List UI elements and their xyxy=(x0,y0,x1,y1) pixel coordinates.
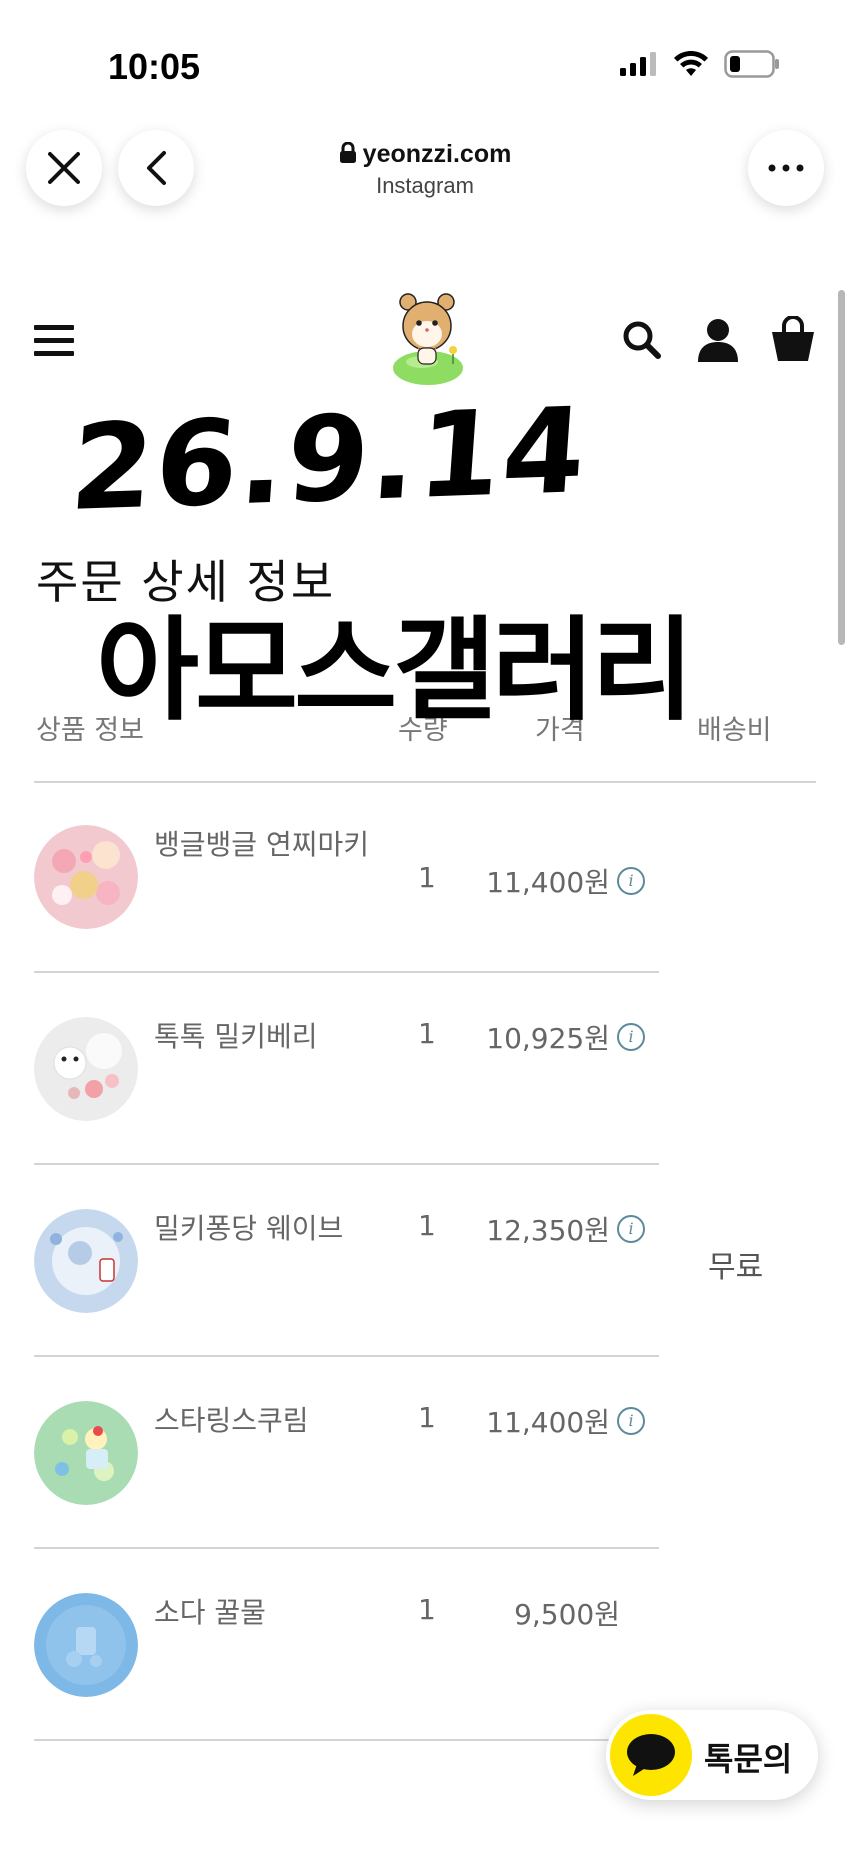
product-qty: 1 xyxy=(418,861,436,894)
product-qty: 1 xyxy=(418,1017,436,1050)
site-header xyxy=(0,280,850,400)
chat-badge xyxy=(610,1714,692,1796)
battery-icon xyxy=(724,50,779,78)
product-thumbnail[interactable] xyxy=(34,1401,138,1505)
product-name[interactable]: 톡톡 밀키베리 xyxy=(154,1017,384,1057)
lock-icon xyxy=(339,141,356,163)
chat-inquiry-button[interactable]: 톡문의 xyxy=(606,1710,818,1800)
row-divider xyxy=(34,1355,659,1357)
browser-bar: yeonzzi.com Instagram xyxy=(0,112,850,232)
info-icon[interactable]: i xyxy=(617,1023,645,1051)
table-row[interactable]: 스타링스쿠림 1 11,400원 i xyxy=(0,1359,850,1549)
signal-icon xyxy=(620,52,656,76)
product-name[interactable]: 밀키퐁당 웨이브 xyxy=(154,1209,384,1249)
info-icon[interactable]: i xyxy=(617,1215,645,1243)
row-divider xyxy=(34,971,659,973)
product-price: 12,350원 xyxy=(486,1214,610,1247)
url-display[interactable]: yeonzzi.com Instagram xyxy=(0,140,850,199)
row-divider xyxy=(34,1163,659,1165)
handwritten-shop-name: 아모스갤러리 xyxy=(96,606,694,736)
info-icon[interactable]: i xyxy=(617,1407,645,1435)
product-thumbnail[interactable] xyxy=(34,1017,138,1121)
product-qty: 1 xyxy=(418,1209,436,1242)
product-price: 11,400원 xyxy=(486,1406,610,1439)
product-thumbnail[interactable] xyxy=(34,825,138,929)
search-icon[interactable] xyxy=(622,320,662,360)
user-icon[interactable] xyxy=(696,318,740,362)
header-shipping: 배송비 xyxy=(697,715,772,746)
row-divider xyxy=(34,1739,659,1741)
more-button[interactable] xyxy=(748,130,824,206)
product-thumbnail[interactable] xyxy=(34,1209,138,1313)
shipping-value: 무료 xyxy=(708,1250,764,1285)
table-row[interactable]: 톡톡 밀키베리 1 10,925원 i xyxy=(0,975,850,1165)
product-name[interactable]: 스타링스쿠림 xyxy=(154,1401,384,1441)
bag-icon[interactable] xyxy=(770,316,816,362)
chat-label: 톡문의 xyxy=(704,1740,793,1778)
product-name[interactable]: 소다 꿀물 xyxy=(154,1593,384,1633)
row-divider xyxy=(34,1547,659,1549)
hamster-logo-icon[interactable] xyxy=(388,290,468,388)
more-icon xyxy=(768,164,804,172)
product-price: 10,925원 xyxy=(486,1022,610,1055)
product-qty: 1 xyxy=(418,1593,436,1626)
url-subtitle: Instagram xyxy=(376,173,474,198)
info-icon[interactable]: i xyxy=(617,867,645,895)
status-time: 10:05 xyxy=(108,46,201,87)
table-row[interactable]: 뱅글뱅글 연찌마키 1 11,400원 i xyxy=(0,783,850,973)
menu-icon[interactable] xyxy=(34,325,74,357)
product-thumbnail[interactable] xyxy=(34,1593,138,1697)
url-domain: yeonzzi.com xyxy=(362,140,512,168)
status-icons xyxy=(620,50,780,78)
product-price: 11,400원 xyxy=(486,866,610,899)
product-price: 9,500원 xyxy=(514,1598,620,1631)
product-name[interactable]: 뱅글뱅글 연찌마키 xyxy=(154,825,384,865)
handwritten-date: 26.9.14 xyxy=(66,381,592,537)
wifi-icon xyxy=(674,51,708,76)
chat-bubble-icon xyxy=(627,1734,675,1776)
product-qty: 1 xyxy=(418,1401,436,1434)
